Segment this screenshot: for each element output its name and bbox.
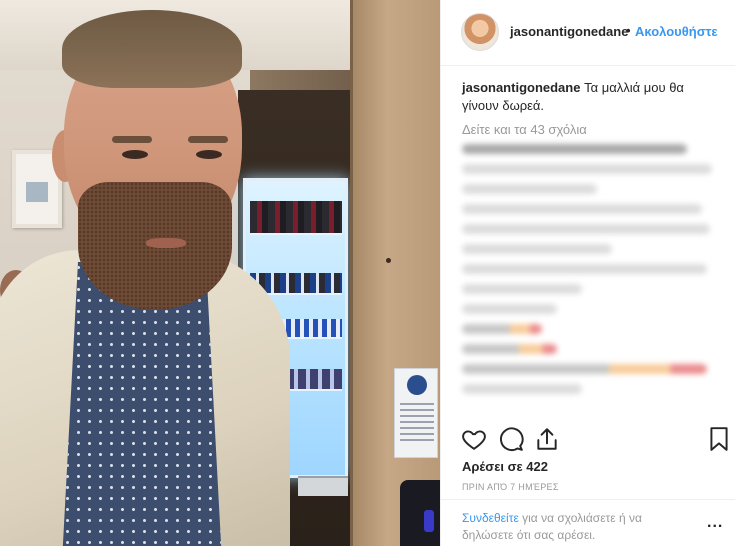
person-eye <box>196 150 222 159</box>
person-mouth <box>146 238 186 248</box>
post-caption: jasonantigonedane Τα μαλλιά μου θα γίνου… <box>462 79 724 115</box>
post-photo[interactable] <box>0 0 440 546</box>
more-options-button[interactable]: ... <box>707 514 723 532</box>
blurred-comment <box>462 284 582 294</box>
blurred-comment <box>462 204 702 214</box>
post-timestamp: ΠΡΙΝ ΑΠΌ 7 ΗΜΈΡΕΣ <box>462 482 559 492</box>
heart-icon[interactable] <box>461 426 487 452</box>
blurred-comment <box>462 264 707 274</box>
person-eye <box>122 150 148 159</box>
wall-flyer <box>394 368 438 458</box>
blurred-comment <box>462 384 582 394</box>
door-hole <box>386 258 391 263</box>
header-separator: • <box>626 23 631 38</box>
comment-bubble-icon[interactable] <box>498 426 524 452</box>
blurred-comment <box>462 304 557 314</box>
login-footer: Συνδεθείτε για να σχολιάσετε ή να δηλώσε… <box>441 499 735 546</box>
blurred-comment <box>462 224 710 234</box>
share-icon[interactable] <box>534 426 560 452</box>
login-prompt: Συνδεθείτε για να σχολιάσετε ή να δηλώσε… <box>462 510 692 544</box>
fridge-base <box>298 476 348 496</box>
likes-count[interactable]: Αρέσει σε 422 <box>462 459 548 474</box>
avatar[interactable] <box>461 13 499 51</box>
person-eyebrow <box>112 136 152 143</box>
follow-button[interactable]: Ακολουθήστε <box>635 24 718 39</box>
blurred-comment <box>462 244 612 254</box>
caption-username[interactable]: jasonantigonedane <box>462 80 580 95</box>
person-hair <box>62 10 242 88</box>
post-header: jasonantigonedane • Ακολουθήστε <box>441 0 735 66</box>
login-link[interactable]: Συνδεθείτε <box>462 511 519 525</box>
blurred-comment <box>462 184 597 194</box>
view-all-comments-link[interactable]: Δείτε και τα 43 σχόλια <box>462 122 587 137</box>
bookmark-icon[interactable] <box>706 426 732 452</box>
blurred-comment <box>462 364 707 374</box>
username-link[interactable]: jasonantigonedane <box>510 24 628 39</box>
comment-list <box>462 144 724 404</box>
person-eyebrow <box>188 136 228 143</box>
wooden-door <box>350 0 440 546</box>
card-terminal <box>400 480 440 546</box>
post-sidebar: jasonantigonedane • Ακολουθήστε jasonant… <box>440 0 735 546</box>
fridge-shelf <box>250 201 342 235</box>
blurred-comment <box>462 344 557 354</box>
action-bar <box>441 422 735 456</box>
blurred-comment <box>462 164 712 174</box>
blurred-comment <box>462 144 687 154</box>
blurred-comment <box>462 324 542 334</box>
